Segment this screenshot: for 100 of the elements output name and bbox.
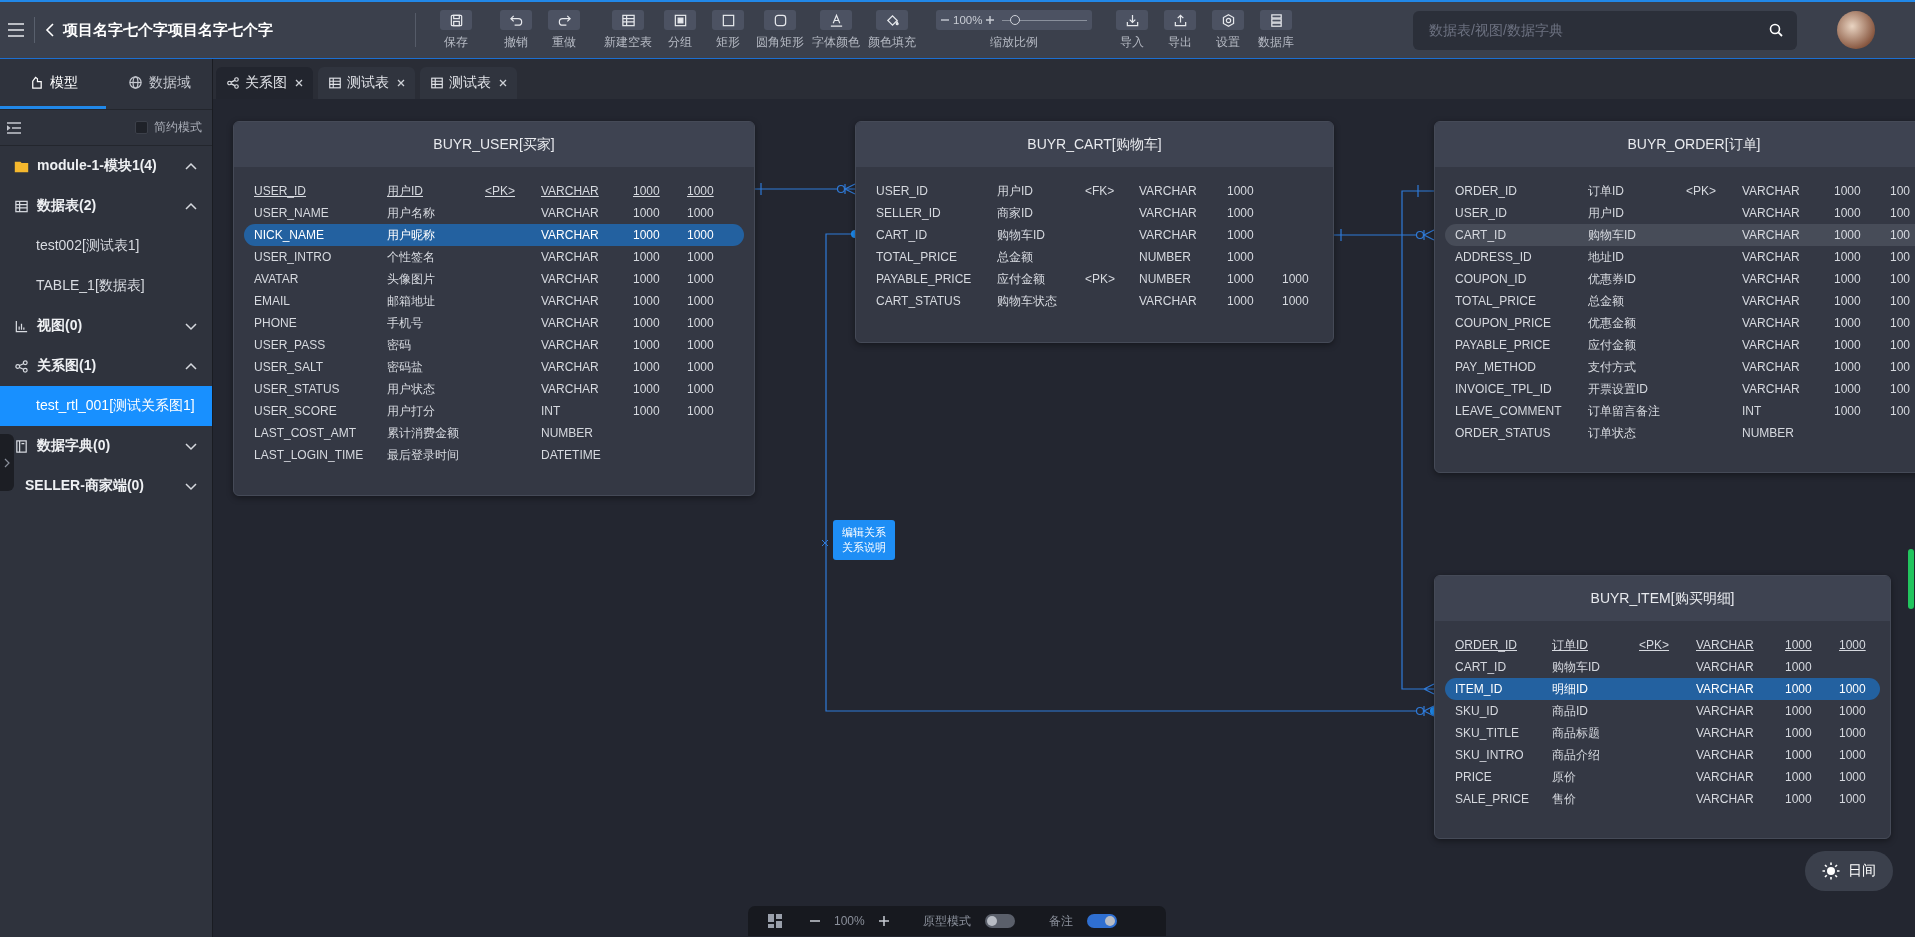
toggle-switch[interactable] — [1086, 914, 1117, 928]
toolbar-button[interactable]: 圆角矩形 — [756, 10, 804, 50]
table-row[interactable]: USER_INTRO 个性签名 VARCHAR 1000 1000 — [244, 246, 744, 268]
toolbar-button[interactable]: 分组 — [660, 10, 700, 50]
table-row[interactable]: EMAIL 邮箱地址 VARCHAR 1000 1000 — [244, 290, 744, 312]
collapse-list-icon[interactable] — [7, 121, 21, 134]
zoom-in-icon[interactable] — [878, 916, 889, 926]
toolbar-button[interactable]: 新建空表 — [604, 10, 652, 50]
toggle-switch[interactable] — [984, 914, 1015, 928]
editor-tab[interactable]: 关系图 — [216, 67, 313, 99]
layout-icon[interactable] — [768, 914, 782, 928]
toolbar-button[interactable]: 撤销 — [496, 10, 536, 50]
editor-tab[interactable]: 测试表 — [420, 67, 517, 99]
table-row[interactable]: CART_ID 购物车ID VARCHAR 1000 — [866, 224, 1323, 246]
zoom-control[interactable]: 100% — [936, 10, 1092, 30]
relationship-line[interactable] — [1333, 228, 1435, 242]
expand-handle[interactable] — [0, 434, 14, 491]
table-row[interactable]: USER_ID 用户ID <PK> VARCHAR 1000 1000 — [244, 180, 744, 202]
theme-button[interactable]: 日间 — [1805, 851, 1893, 891]
menu-icon[interactable] — [8, 23, 24, 37]
table-row[interactable]: SKU_TITLE 商品标题 VARCHAR 1000 1000 — [1445, 722, 1880, 744]
table-row[interactable]: USER_ID 用户ID VARCHAR 1000 100 — [1445, 202, 1915, 224]
avatar[interactable] — [1837, 11, 1875, 49]
table-row[interactable]: ORDER_STATUS 订单状态 NUMBER — [1445, 422, 1915, 444]
table-row[interactable]: COUPON_PRICE 优惠金额 VARCHAR 1000 100 — [1445, 312, 1915, 334]
column-comment: 优惠金额 — [1588, 314, 1637, 332]
scrollbar-thumb[interactable] — [1908, 549, 1914, 609]
table-row[interactable]: PAYABLE_PRICE 应付金额 VARCHAR 1000 100 — [1445, 334, 1915, 356]
table-card[interactable] — [855, 121, 1334, 343]
table-row[interactable]: USER_ID 用户ID <FK> VARCHAR 1000 — [866, 180, 1323, 202]
tree-item[interactable]: TABLE_1[数据表] — [14, 266, 212, 306]
table-row[interactable]: USER_SALT 密码盐 VARCHAR 1000 1000 — [244, 356, 744, 378]
checkbox[interactable] — [135, 121, 148, 134]
table-card[interactable] — [1434, 121, 1915, 473]
toolbar-button[interactable]: 矩形 — [708, 10, 748, 50]
font-color-icon — [828, 12, 844, 28]
table-row[interactable]: CART_STATUS 购物车状态 VARCHAR 1000 1000 — [866, 290, 1323, 312]
data-type: VARCHAR — [1742, 228, 1801, 242]
table-row[interactable]: LAST_LOGIN_TIME 最后登录时间 DATETIME — [244, 444, 744, 466]
sidebar-tab[interactable]: 模型 — [0, 59, 106, 109]
table-row[interactable]: CART_ID 购物车ID VARCHAR 1000 — [1445, 656, 1880, 678]
table-card[interactable] — [233, 121, 755, 496]
table-row[interactable]: USER_PASS 密码 VARCHAR 1000 1000 — [244, 334, 744, 356]
table-row[interactable]: PHONE 手机号 VARCHAR 1000 1000 — [244, 312, 744, 334]
highlighted-row[interactable]: ITEM_ID 明细ID VARCHAR 1000 1000 — [1445, 678, 1880, 700]
table-row[interactable]: TOTAL_PRICE 总金额 VARCHAR 1000 100 — [1445, 290, 1915, 312]
slider-thumb[interactable] — [1010, 15, 1021, 25]
table-row[interactable]: ORDER_ID 订单ID <PK> VARCHAR 1000 100 — [1445, 180, 1915, 202]
tree-item[interactable]: module-1-模块1(4) — [14, 146, 212, 186]
column-comment: 密码 — [387, 336, 412, 354]
table-row[interactable]: TOTAL_PRICE 总金额 NUMBER 1000 — [866, 246, 1323, 268]
table-row[interactable]: LAST_COST_AMT 累计消费金额 NUMBER — [244, 422, 744, 444]
column-name: CART_ID — [1455, 228, 1508, 242]
table-row[interactable]: AVATAR 头像图片 VARCHAR 1000 1000 — [244, 268, 744, 290]
plus-icon[interactable] — [986, 16, 995, 24]
table-row[interactable]: USER_STATUS 用户状态 VARCHAR 1000 1000 — [244, 378, 744, 400]
table-row[interactable]: ORDER_ID 订单ID <PK> VARCHAR 1000 1000 — [1445, 634, 1880, 656]
tree-item[interactable]: 视图(0) — [14, 306, 212, 346]
search-field[interactable]: 数据表/视图/数据字典 — [1413, 10, 1797, 50]
toolbar-button[interactable]: 数据库 — [1256, 10, 1296, 50]
table-row[interactable]: USER_SCORE 用户打分 INT 1000 1000 — [244, 400, 744, 422]
toolbar-button[interactable]: 设置 — [1208, 10, 1248, 50]
data-type: VARCHAR — [1696, 682, 1755, 696]
relationship-line[interactable] — [754, 182, 856, 196]
search-icon[interactable] — [1769, 22, 1783, 37]
editor-tab[interactable]: 测试表 — [318, 67, 415, 99]
tree-item[interactable]: 关系图(1) — [14, 346, 212, 386]
table-row[interactable]: ADDRESS_ID 地址ID VARCHAR 1000 100 — [1445, 246, 1915, 268]
toolbar-button[interactable]: 保存 — [436, 10, 476, 50]
tree-item[interactable]: 数据字典(0) — [14, 426, 212, 466]
table-card[interactable] — [1434, 575, 1891, 839]
table-row[interactable]: COUPON_ID 优惠券ID VARCHAR 1000 100 — [1445, 268, 1915, 290]
table-row[interactable]: SKU_INTRO 商品介绍 VARCHAR 1000 1000 — [1445, 744, 1880, 766]
minus-icon[interactable] — [941, 16, 949, 24]
highlighted-row[interactable]: NICK_NAME 用户昵称 VARCHAR 1000 1000 — [244, 224, 744, 246]
back-icon[interactable] — [45, 23, 55, 37]
toolbar-button[interactable]: 导出 — [1160, 10, 1200, 50]
toolbar-button[interactable]: 字体颜色 — [812, 10, 860, 50]
table-row[interactable]: LEAVE_COMMENT 订单留言备注 INT 1000 100 — [1445, 400, 1915, 422]
toolbar-button[interactable]: 颜色填充 — [868, 10, 916, 50]
data-type: VARCHAR — [1742, 184, 1801, 198]
table-row[interactable]: PAYABLE_PRICE 应付金额 <PK> NUMBER 1000 1000 — [866, 268, 1323, 290]
table-row[interactable]: PRICE 原价 VARCHAR 1000 1000 — [1445, 766, 1880, 788]
table-row[interactable]: SALE_PRICE 售价 VARCHAR 1000 1000 — [1445, 788, 1880, 810]
table-row[interactable]: SELLER_ID 商家ID VARCHAR 1000 — [866, 202, 1323, 224]
toolbar-button[interactable]: 重做 — [544, 10, 584, 50]
table-row[interactable]: INVOICE_TPL_ID 开票设置ID VARCHAR 1000 100 — [1445, 378, 1915, 400]
data-type: NUMBER — [541, 426, 594, 440]
tree-item[interactable]: 数据表(2) — [14, 186, 212, 226]
sidebar-tab[interactable]: 数据域 — [106, 59, 212, 109]
tree-item[interactable]: SELLER-商家端(0) — [14, 466, 212, 506]
table-row[interactable]: SKU_ID 商品ID VARCHAR 1000 1000 — [1445, 700, 1880, 722]
key-tag: <PK> — [1686, 184, 1742, 198]
column-comment: 购物车ID — [997, 226, 1046, 244]
table-row[interactable]: PAY_METHOD 支付方式 VARCHAR 1000 100 — [1445, 356, 1915, 378]
tree-item[interactable]: test002[测试表1] — [14, 226, 212, 266]
column-scale: 100 — [1890, 382, 1912, 396]
toolbar-button[interactable]: 导入 — [1112, 10, 1152, 50]
highlighted-row[interactable]: CART_ID 购物车ID VARCHAR 1000 100 — [1445, 224, 1915, 246]
table-row[interactable]: USER_NAME 用户名称 VARCHAR 1000 1000 — [244, 202, 744, 224]
